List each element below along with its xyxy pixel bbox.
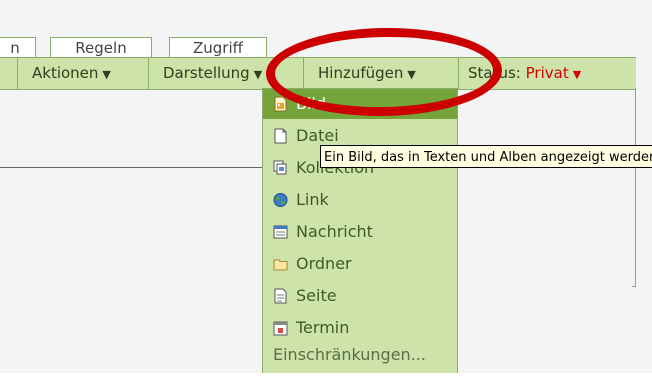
aktionen-label: Aktionen [32, 64, 99, 82]
menubar-separator [17, 58, 18, 89]
dropdown-item-ordner[interactable]: Ordner [263, 249, 457, 279]
news-icon [273, 225, 288, 239]
dropdown-item-label: Ordner [296, 254, 352, 273]
content-frame-corner [632, 286, 636, 287]
dropdown-arrow-icon: ▼ [102, 68, 111, 81]
dropdown-arrow-icon: ▼ [253, 68, 263, 81]
tab-partial-label: n [10, 39, 20, 57]
folder-icon [273, 259, 288, 271]
dropdown-item-termin[interactable]: Termin [263, 313, 457, 343]
dropdown-item-seite[interactable]: Seite [263, 281, 457, 311]
aktionen-menu[interactable]: Aktionen ▼ [32, 58, 111, 89]
collection-icon [273, 160, 287, 175]
dropdown-item-link[interactable]: Link [263, 185, 457, 215]
calendar-icon [273, 321, 288, 336]
restrictions-link[interactable]: Einschränkungen... [273, 345, 426, 364]
darstellung-menu[interactable]: Darstellung ▼ [163, 58, 262, 89]
tooltip-text: Ein Bild, das in Texten und Alben angeze… [324, 150, 652, 165]
dropdown-item-nachricht[interactable]: Nachricht [263, 217, 457, 247]
tab-regeln[interactable]: Regeln [50, 37, 152, 58]
tab-zugriff[interactable]: Zugriff [169, 37, 267, 58]
bottom-margin [0, 373, 652, 389]
status-value: Privat [525, 64, 569, 82]
tab-partial[interactable]: n [0, 37, 36, 58]
file-icon [274, 128, 287, 144]
content-divider [0, 167, 262, 168]
menubar-separator [148, 58, 149, 89]
dropdown-item-label: Link [296, 190, 329, 209]
status-dropdown-arrow-icon: ▼ [572, 68, 582, 81]
tab-regeln-label: Regeln [75, 39, 127, 57]
tab-zugriff-label: Zugriff [193, 39, 243, 57]
dropdown-item-label: Nachricht [296, 222, 373, 241]
page-icon [274, 288, 287, 304]
red-annotation-ellipse [265, 25, 503, 119]
content-frame-right-border [635, 88, 636, 286]
dropdown-item-label: Termin [296, 318, 350, 337]
dropdown-item-label: Seite [296, 286, 337, 305]
add-content-dropdown: Bild Datei Kollektion Link [262, 88, 458, 380]
globe-link-icon [273, 193, 288, 207]
cms-admin-screen: n Regeln Zugriff Aktionen ▼ Darstellung ▼ … [0, 0, 652, 389]
tooltip: Ein Bild, das in Texten und Alben angeze… [320, 145, 652, 168]
darstellung-label: Darstellung [163, 64, 250, 82]
